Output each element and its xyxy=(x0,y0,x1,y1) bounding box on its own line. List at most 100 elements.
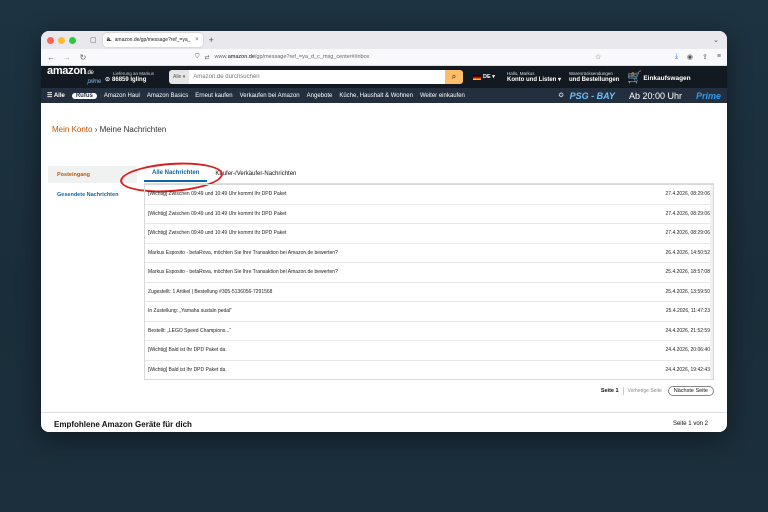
message-subject: [Wichtig] Bald ist Ihr DPD Paket da xyxy=(148,347,226,354)
champions-league-icon: ✪ xyxy=(558,93,564,99)
delivery-location[interactable]: Lieferung an Markus ⊙ 86859 Igling xyxy=(105,70,165,84)
message-date: 27.4.2026, 08:29:06 xyxy=(665,191,711,198)
message-date: 25.4.2026, 13:59:50 xyxy=(665,288,711,295)
message-folders: Posteingang Gesendete Nachrichten xyxy=(48,166,137,203)
tab-close-icon[interactable]: × xyxy=(195,37,199,43)
sidebar-item-inbox[interactable]: Posteingang xyxy=(48,166,137,183)
message-date: 24.4.2026, 20:06:40 xyxy=(665,347,711,354)
recommended-title: Empfohlene Amazon Geräte für dich xyxy=(54,420,192,429)
message-date: 26.4.2026, 14:50:52 xyxy=(665,249,711,256)
amazon-header: amazon.de prime Lieferung an Markus ⊙ 868… xyxy=(41,66,727,88)
previous-page-button[interactable]: Vorherige Seite xyxy=(628,388,662,394)
account-circle-icon[interactable]: ◉ xyxy=(687,53,693,61)
bookmark-star-icon[interactable]: ☆ xyxy=(595,53,601,61)
language-select[interactable]: DE ▾ xyxy=(473,74,499,80)
rufus-button[interactable]: Rufus xyxy=(71,92,97,99)
current-page-label: Seite 1 xyxy=(600,388,619,394)
message-subject: Bestellt: „LEGO Speed Champions...“ xyxy=(148,327,232,334)
shield-icon[interactable]: ⛉ xyxy=(195,54,200,61)
recommended-page-indicator: Seite 1 von 2 xyxy=(672,421,708,427)
nav-item[interactable]: Verkaufen bei Amazon xyxy=(240,93,300,99)
message-row[interactable]: [Wichtig] Zwischen 09:49 und 10:49 Uhr k… xyxy=(145,185,713,205)
message-date: 27.4.2026, 08:29:06 xyxy=(665,210,711,217)
search-category-select[interactable]: Alle ▾ xyxy=(169,70,190,84)
cart-icon: 🛒 0 xyxy=(627,70,643,84)
message-subject: Markus Esposito - betaRova, möchten Sie … xyxy=(148,249,338,256)
window-controls xyxy=(47,36,76,44)
message-row[interactable]: [Wichtig] Zwischen 09:49 und 10:49 Uhr k… xyxy=(145,224,713,244)
message-subject: In Zustellung: „Yamaha sustain pedal“ xyxy=(148,308,232,315)
menu-icon[interactable]: ≡ xyxy=(717,53,721,61)
account-menu[interactable]: Hallo, Markus Konto und Listen ▾ xyxy=(507,71,561,84)
reload-icon[interactable]: ↻ xyxy=(79,53,87,62)
message-row[interactable]: Bestellt: „LEGO Speed Champions...“ 24.4.… xyxy=(145,322,713,341)
message-date: 25.4.2026, 11:47:23 xyxy=(665,308,710,315)
returns-and-orders[interactable]: Warenrücksendungen und Bestellungen xyxy=(569,71,619,84)
share-icon[interactable]: ⇪ xyxy=(702,53,708,61)
message-row[interactable]: [Wichtig] Zwischen 09:49 und 10:49 Uhr k… xyxy=(145,205,713,224)
sidebar-item-sent[interactable]: Gesendete Nachrichten xyxy=(48,186,137,203)
message-subject: Markus Esposito - betaRova, möchten Sie … xyxy=(148,269,338,276)
message-row[interactable]: [Wichtig] Bald ist Ihr DPD Paket da 24.4.… xyxy=(145,341,713,361)
message-row[interactable]: Markus Esposito - betaRova, möchten Sie … xyxy=(145,263,713,283)
minimize-window-button[interactable] xyxy=(58,36,65,44)
amazon-nav-bar: ☰ Alle Rufus Amazon Haul Amazon Basics E… xyxy=(41,88,727,103)
tab-all-messages[interactable]: Alle Nachrichten xyxy=(144,166,208,182)
message-subject: [Wichtig] Zwischen 09:49 und 10:49 Uhr k… xyxy=(148,230,287,237)
message-date: 25.4.2026, 18:57:08 xyxy=(665,269,711,276)
message-row[interactable]: In Zustellung: „Yamaha sustain pedal“ 25.… xyxy=(145,302,713,322)
message-date: 27.4.2026, 08:29:06 xyxy=(665,230,711,237)
all-menu-button[interactable]: ☰ Alle xyxy=(47,92,65,99)
browser-tab[interactable]: a. amazon.de/gp/message?ref_=ya_ × xyxy=(102,33,203,47)
page-title: Meine Nachrichten xyxy=(99,125,167,134)
new-tab-button[interactable]: + xyxy=(209,35,214,45)
message-list-scrollbar[interactable] xyxy=(710,185,713,379)
recommended-devices-panel: Empfohlene Amazon Geräte für dich Seite … xyxy=(41,412,727,432)
nav-item[interactable]: Amazon Basics xyxy=(147,93,188,99)
message-subject: [Wichtig] Zwischen 09:49 und 10:49 Uhr k… xyxy=(148,210,287,217)
tab-list-chevron-icon[interactable]: ⌄ xyxy=(713,36,719,44)
nav-item[interactable]: Erneut kaufen xyxy=(195,93,232,99)
german-flag-icon xyxy=(473,74,481,80)
message-date: 24.4.2026, 19:42:43 xyxy=(665,366,711,373)
amazon-favicon-icon: a. xyxy=(106,37,112,43)
prime-promo-banner[interactable]: ✪ PSG - BAY Ab 20:00 Uhr Prime xyxy=(559,88,721,103)
address-field[interactable]: ⛉ ⇄ www.amazon.de/gp/message?ref_=ya_d_c… xyxy=(195,54,369,61)
message-row[interactable]: Markus Esposito - betaRova, möchten Sie … xyxy=(145,244,713,263)
message-subject: [Wichtig] Bald ist Ihr DPD Paket da xyxy=(148,366,226,373)
nav-item[interactable]: Küche, Haushalt & Wohnen xyxy=(339,93,413,99)
nav-item[interactable]: Weiter einkaufen xyxy=(420,93,465,99)
back-arrow-icon[interactable]: ← xyxy=(47,53,55,62)
amazon-logo[interactable]: amazon.de prime xyxy=(47,66,103,87)
tab-title: amazon.de/gp/message?ref_=ya_ xyxy=(114,37,191,43)
cart-button[interactable]: 🛒 0 Einkaufswagen xyxy=(627,70,690,84)
message-subject: Zugestellt: 1 Artikel | Bestellung #305-… xyxy=(148,288,273,295)
browser-urlbar: ← → ↻ ⛉ ⇄ www.amazon.de/gp/message?ref_=… xyxy=(41,49,727,66)
nav-item[interactable]: Amazon Haul xyxy=(104,93,140,99)
location-pin-icon: ⊙ xyxy=(105,77,111,83)
download-icon[interactable]: ⤓ xyxy=(675,53,678,61)
pagination: Seite 1 Vorherige Seite Nächste Seite xyxy=(601,386,714,396)
pagination-divider xyxy=(622,387,624,395)
maximize-window-button[interactable] xyxy=(69,36,76,44)
cart-count: 0 xyxy=(631,72,635,78)
tab-overview-icon[interactable]: ▢ xyxy=(90,36,97,44)
message-date: 24.4.2026, 21:52:59 xyxy=(665,327,711,334)
url-text[interactable]: www.amazon.de/gp/message?ref_=ya_d_c_msg… xyxy=(215,54,370,60)
tab-buyer-seller-messages[interactable]: Käufer-/Verkäufer-Nachrichten xyxy=(207,166,304,182)
message-list: [Wichtig] Zwischen 09:49 und 10:49 Uhr k… xyxy=(144,184,714,380)
connection-settings-icon[interactable]: ⇄ xyxy=(205,54,210,61)
url-domain: amazon.de xyxy=(227,54,255,60)
search-icon[interactable]: ⌕ xyxy=(445,70,463,84)
browser-tabbar: ▢ a. amazon.de/gp/message?ref_=ya_ × + ⌄ xyxy=(41,31,727,49)
promo-brand: Prime xyxy=(695,90,721,101)
breadcrumb-account-link[interactable]: Mein Konto xyxy=(52,125,92,134)
breadcrumb: Mein Konto › Meine Nachrichten xyxy=(52,125,167,134)
message-row[interactable]: [Wichtig] Bald ist Ihr DPD Paket da 24.4.… xyxy=(145,361,713,380)
search-input[interactable] xyxy=(189,70,445,84)
message-row[interactable]: Zugestellt: 1 Artikel | Bestellung #305-… xyxy=(145,283,713,302)
forward-arrow-icon[interactable]: → xyxy=(63,53,71,62)
nav-item[interactable]: Angebote xyxy=(307,93,333,99)
close-window-button[interactable] xyxy=(47,36,54,44)
next-page-button[interactable]: Nächste Seite xyxy=(667,386,714,396)
